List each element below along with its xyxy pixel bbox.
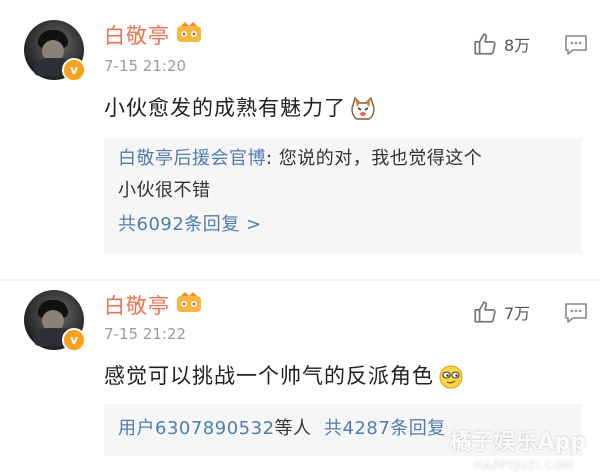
smirk-face-emoji-icon: [439, 365, 463, 389]
reply-line-2: 小伙很不错: [118, 180, 211, 201]
reply-line-1: 用户6307890532等人 共4287条回复: [118, 414, 446, 444]
watermark-logo: 橘子娱乐App: [449, 430, 586, 455]
username[interactable]: 白敬亭: [104, 20, 170, 50]
reply-line-1: 白敬亭后援会官博: 您说的对，我也觉得这个: [118, 144, 482, 174]
comment-text: 小伙愈发的成熟有魅力了: [104, 96, 346, 120]
like-count: 7万: [504, 304, 531, 323]
avatar[interactable]: v: [24, 290, 86, 352]
comment-content: 感觉可以挑战一个帅气的反派角色: [104, 360, 464, 390]
divider: [0, 279, 600, 281]
reply-text: : 您说的对，我也觉得这个: [266, 148, 483, 169]
comment-reply-icon[interactable]: [564, 34, 588, 56]
member-crown-icon: [177, 292, 201, 312]
cat-face-emoji-icon: [351, 97, 375, 120]
comment-reply-icon[interactable]: [564, 302, 588, 324]
view-replies-link[interactable]: 共4287条回复: [324, 418, 446, 439]
username[interactable]: 白敬亭: [104, 290, 170, 320]
verified-badge-icon: v: [62, 58, 86, 82]
reply-suffix: 等人: [274, 418, 312, 439]
member-crown-icon: [177, 22, 201, 42]
verified-badge-icon: v: [62, 328, 86, 352]
avatar[interactable]: v: [24, 20, 86, 82]
reply-preview-box[interactable]: 白敬亭后援会官博: 您说的对，我也觉得这个 小伙很不错 共6092条回复 >: [104, 138, 582, 254]
reply-users-link[interactable]: 用户6307890532: [118, 418, 275, 439]
comment-time: 7-15 21:22: [104, 325, 187, 343]
watermark-url: HAPPYJUZI.COM: [474, 459, 574, 472]
like-button[interactable]: 8万: [472, 30, 530, 58]
thumbs-up-icon: [474, 301, 496, 323]
comment-content: 小伙愈发的成熟有魅力了: [104, 92, 376, 122]
view-replies-link[interactable]: 共6092条回复 >: [118, 210, 262, 240]
comment-text: 感觉可以挑战一个帅气的反派角色: [104, 364, 434, 388]
comment-item: v 白敬亭 7-15 21:20 8万 小伙愈发的成熟有魅力了 白敬亭后援会官博…: [0, 0, 600, 278]
like-button[interactable]: 7万: [472, 298, 530, 326]
comment-time: 7-15 21:20: [104, 57, 187, 75]
like-count: 8万: [504, 36, 531, 55]
thumbs-up-icon: [474, 33, 496, 55]
comment-item: v 白敬亭 7-15 21:22 7万 感觉可以挑战一个帅气的反派角色 用户63…: [0, 282, 600, 474]
reply-author-link[interactable]: 白敬亭后援会官博: [118, 148, 266, 169]
